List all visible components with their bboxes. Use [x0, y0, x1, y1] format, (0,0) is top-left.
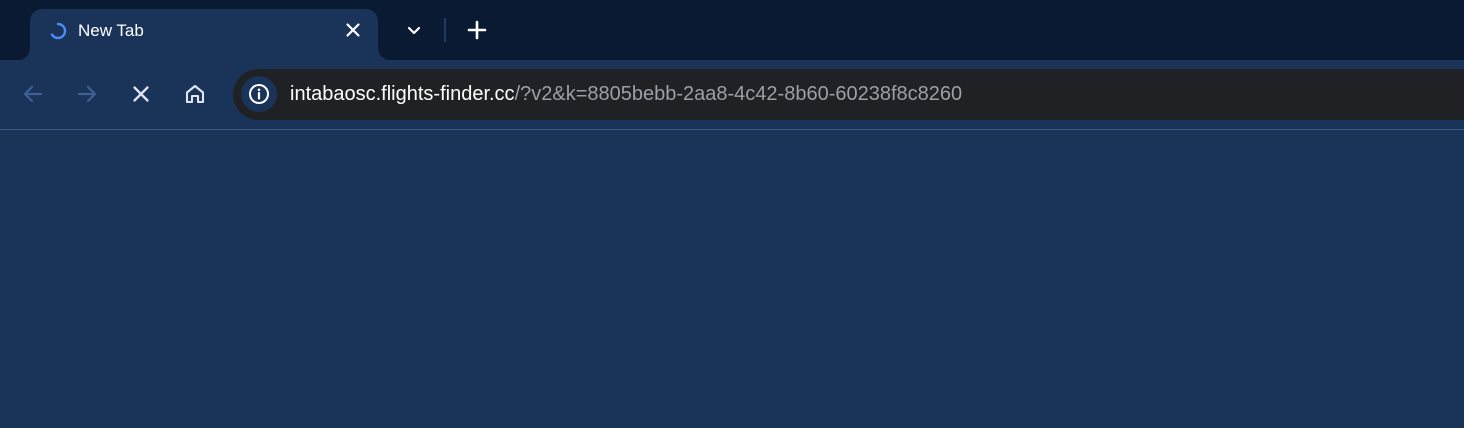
close-icon[interactable] — [343, 20, 363, 40]
site-info-button[interactable] — [241, 76, 277, 112]
page-content — [0, 130, 1464, 428]
tab-new-tab[interactable]: New Tab — [30, 9, 378, 60]
address-bar[interactable]: intabaosc.flights-finder.cc/?v2&k=8805be… — [233, 69, 1464, 120]
arrow-right-icon[interactable] — [74, 81, 100, 107]
tab-strip-divider — [444, 18, 446, 42]
close-icon[interactable] — [128, 81, 154, 107]
chevron-down-icon[interactable] — [402, 18, 426, 42]
tab-strip: New Tab — [0, 0, 1464, 60]
url-host: intabaosc.flights-finder.cc — [290, 83, 515, 105]
info-icon — [249, 84, 269, 104]
browser-window: New Tab intabaosc.flights-finder.cc/?v2&… — [0, 0, 1464, 428]
toolbar: intabaosc.flights-finder.cc/?v2&k=8805be… — [0, 60, 1464, 129]
arrow-left-icon[interactable] — [20, 81, 46, 107]
url-text[interactable]: intabaosc.flights-finder.cc/?v2&k=8805be… — [290, 82, 962, 106]
plus-icon[interactable] — [465, 18, 489, 42]
loading-spinner-icon — [49, 22, 67, 40]
url-path: /?v2&k=8805bebb-2aa8-4c42-8b60-60238f8c8… — [514, 83, 963, 105]
home-icon[interactable] — [182, 81, 208, 107]
tab-title: New Tab — [78, 21, 144, 40]
